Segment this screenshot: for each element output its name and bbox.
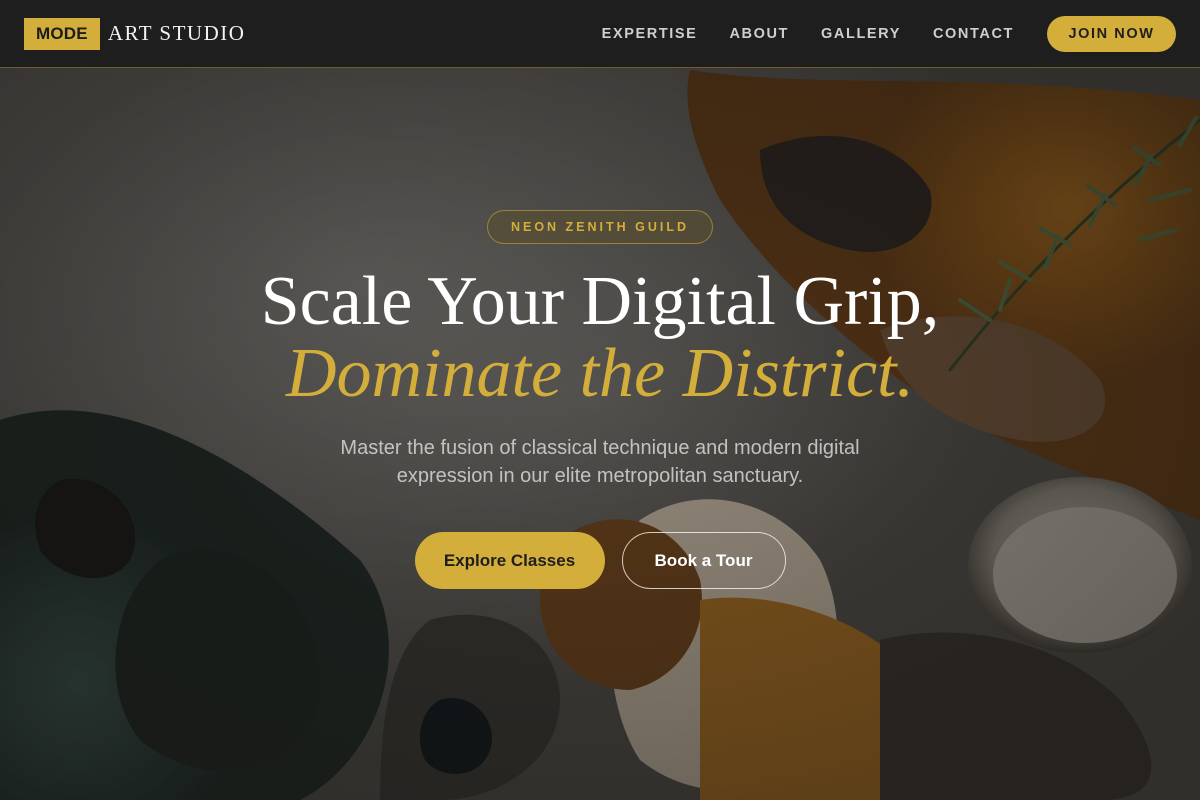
hero-section: NEON ZENITH GUILD Scale Your Digital Gri…	[0, 68, 1200, 800]
explore-classes-button[interactable]: Explore Classes	[414, 532, 605, 589]
brand-name: ART STUDIO	[107, 21, 246, 45]
join-now-button[interactable]: JOIN NOW	[1047, 15, 1176, 52]
nav-link-about[interactable]: ABOUT	[729, 26, 789, 42]
book-a-tour-button[interactable]: Book a Tour	[621, 532, 786, 589]
hero-badge: NEON ZENITH GUILD	[487, 210, 713, 244]
brand-badge: MODE	[24, 17, 100, 50]
site-header: MODE ART STUDIO EXPERTISE ABOUT GALLERY …	[0, 0, 1200, 68]
hero-subtitle: Master the fusion of classical technique…	[340, 437, 860, 487]
hero-title-line-1: Scale Your Digital Grip,	[260, 263, 940, 340]
nav-link-contact[interactable]: CONTACT	[933, 26, 1014, 42]
page: MODE ART STUDIO EXPERTISE ABOUT GALLERY …	[0, 0, 1200, 800]
nav-link-expertise[interactable]: EXPERTISE	[602, 26, 698, 42]
brand-logo-link[interactable]: MODE ART STUDIO	[24, 17, 246, 50]
hero-actions: Explore Classes Book a Tour	[0, 532, 1200, 589]
hero-title: Scale Your Digital Grip, Dominate the Di…	[0, 266, 1200, 410]
nav-link-gallery[interactable]: GALLERY	[821, 26, 901, 42]
hero-title-line-2: Dominate the District.	[286, 335, 914, 412]
main-nav: EXPERTISE ABOUT GALLERY CONTACT JOIN NOW	[570, 15, 1176, 52]
